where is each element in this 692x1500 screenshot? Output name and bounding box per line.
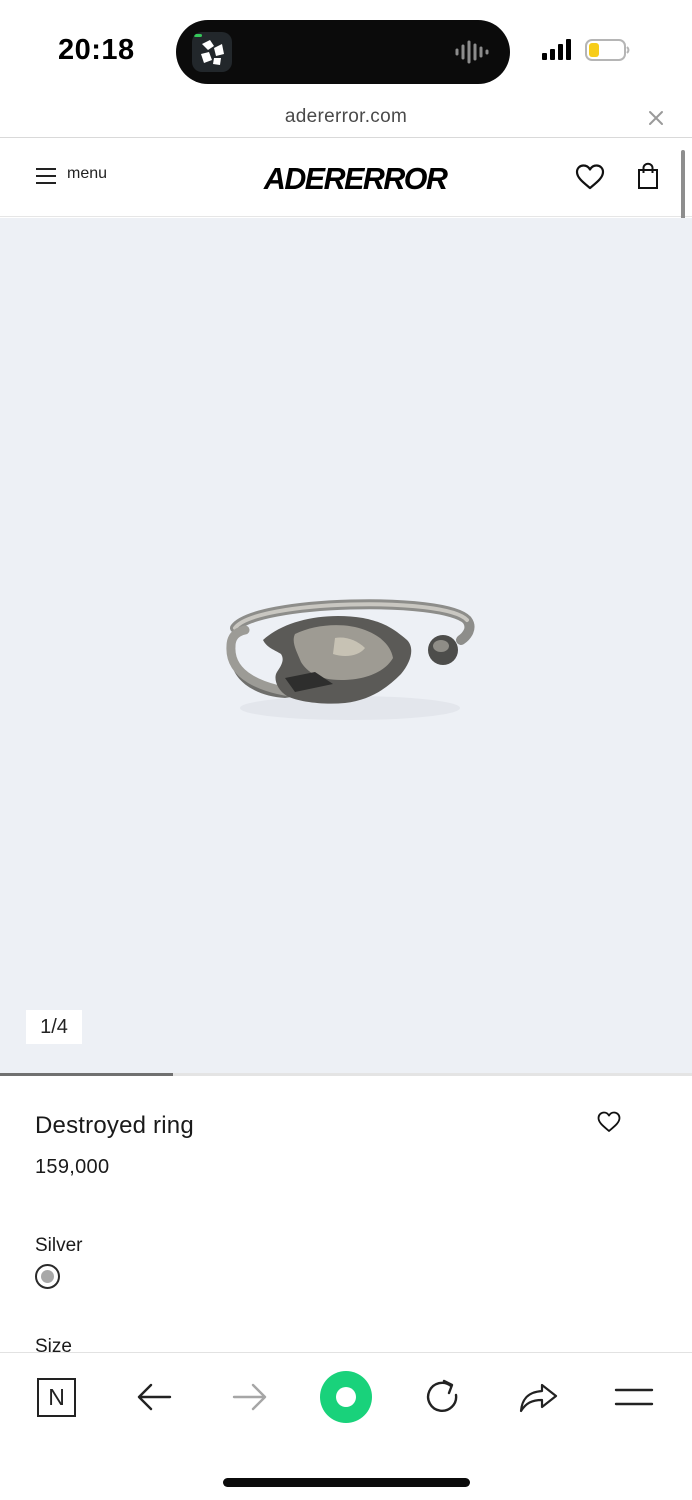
back-arrow-icon[interactable] (132, 1375, 176, 1419)
share-icon[interactable] (516, 1375, 560, 1419)
gallery-progress-track (0, 1073, 692, 1076)
gallery-progress-fill (0, 1073, 173, 1076)
status-bar: 20:18 (0, 0, 692, 100)
cellular-signal-icon (542, 39, 571, 60)
browser-address-bar[interactable]: adererror.com (0, 100, 692, 138)
site-logo[interactable]: ADERERROR (264, 161, 448, 197)
product-image (226, 599, 475, 720)
browser-toolbar: N (0, 1352, 692, 1500)
forward-arrow-icon[interactable] (228, 1375, 272, 1419)
naver-home-button[interactable]: N (37, 1378, 76, 1417)
status-time: 20:18 (58, 34, 135, 66)
heart-icon[interactable] (596, 1110, 622, 1134)
close-icon[interactable] (645, 107, 667, 129)
menu-icon[interactable] (35, 166, 57, 186)
site-header: menu ADERERROR (0, 139, 692, 217)
color-label: Silver (35, 1235, 83, 1256)
green-dot-button[interactable] (320, 1371, 372, 1423)
color-swatch-silver[interactable] (35, 1264, 60, 1289)
url-text[interactable]: adererror.com (0, 106, 692, 128)
product-price: 159,000 (35, 1156, 110, 1178)
heart-icon[interactable] (574, 163, 606, 191)
home-indicator[interactable] (223, 1478, 470, 1487)
product-name: Destroyed ring (35, 1112, 194, 1139)
now-playing-app-icon[interactable] (192, 32, 232, 72)
hamburger-icon[interactable] (612, 1375, 656, 1419)
battery-icon (585, 39, 630, 61)
product-image-gallery[interactable]: 1/4 (0, 218, 692, 1074)
menu-button[interactable]: menu (67, 165, 107, 183)
dynamic-island[interactable] (176, 20, 510, 84)
audio-wave-icon (455, 40, 489, 64)
reload-icon[interactable] (420, 1375, 464, 1419)
image-counter: 1/4 (26, 1010, 82, 1044)
bag-icon[interactable] (637, 162, 659, 190)
